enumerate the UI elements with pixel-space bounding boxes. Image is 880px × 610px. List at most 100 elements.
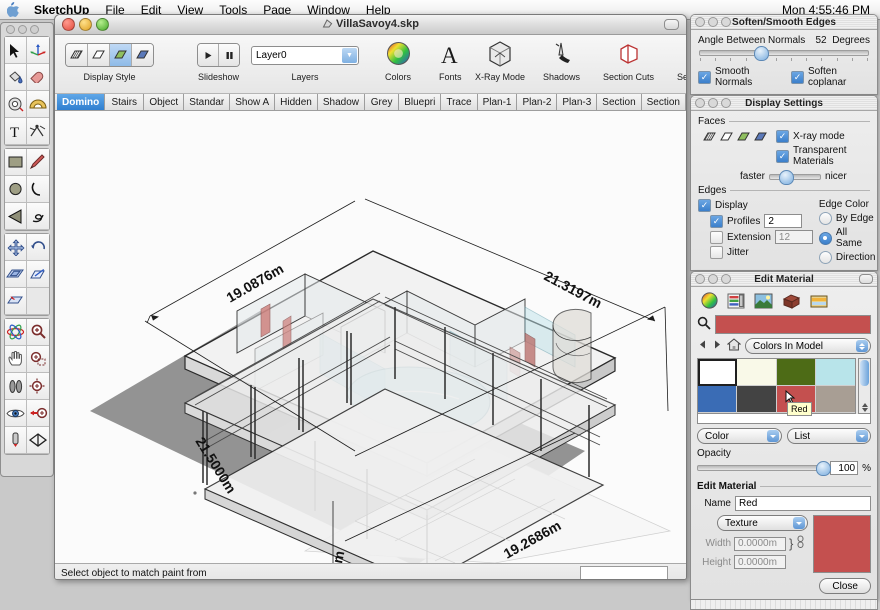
direction-radio-icon[interactable]	[819, 251, 832, 264]
jitter-check-icon[interactable]: ✓	[710, 246, 723, 259]
followme-tool[interactable]	[27, 261, 49, 288]
xray-button[interactable]	[488, 39, 512, 71]
quality-slider-track[interactable]	[769, 174, 821, 180]
freehand-tool[interactable]	[27, 203, 49, 230]
swatch-ivory[interactable]	[737, 359, 776, 386]
transparent-materials-check-icon[interactable]: ✓	[776, 150, 789, 163]
jitter-checkbox[interactable]: ✓ Jitter	[698, 246, 813, 259]
palette-close-icon[interactable]	[6, 25, 15, 34]
profiles-check-icon[interactable]: ✓	[710, 215, 723, 228]
move-tool[interactable]	[5, 234, 27, 261]
model-viewport[interactable]: 19.0876m 21.3197m 21.5000m 19.2686m 6.88…	[55, 111, 686, 563]
edge-color-all-same-radio[interactable]: All Same	[819, 227, 875, 249]
shadow-icon[interactable]	[550, 41, 574, 70]
swatch-pale-cyan[interactable]	[816, 359, 855, 386]
arc-tool[interactable]	[27, 176, 49, 203]
display-panel-titlebar[interactable]: Display Settings	[691, 96, 877, 111]
material-panel-collapse-button[interactable]	[859, 274, 873, 284]
material-name-input[interactable]: Red	[735, 496, 871, 511]
swatch-olive-green[interactable]	[777, 359, 816, 386]
tab-section-1[interactable]: Section	[597, 94, 641, 110]
texture-width-input[interactable]: 0.0000m	[734, 537, 786, 551]
angle-slider-thumb[interactable]	[754, 46, 769, 61]
display-style-hidden-line-button[interactable]	[88, 44, 110, 66]
link-chain-icon[interactable]	[796, 535, 805, 552]
minimize-window-icon[interactable]	[79, 18, 92, 31]
tab-shadow[interactable]: Shadow	[318, 94, 365, 110]
dimension-tool[interactable]	[27, 118, 49, 145]
soften-zoom-icon[interactable]	[721, 17, 731, 27]
tab-plan-3[interactable]: Plan-3	[557, 94, 597, 110]
tab-plan-2[interactable]: Plan-2	[517, 94, 557, 110]
display-minimize-icon[interactable]	[708, 98, 718, 108]
swatch-scrollbar[interactable]	[858, 358, 871, 414]
face-style-shaded-icon[interactable]	[736, 130, 751, 147]
circle-tool[interactable]	[5, 176, 27, 203]
palette-minimize-icon[interactable]	[18, 25, 27, 34]
face-style-wireframe-icon[interactable]	[702, 130, 717, 147]
document-titlebar[interactable]: VillaSavoy4.skp	[55, 15, 686, 35]
xray-mode-checkbox[interactable]: ✓ X-ray mode	[776, 130, 870, 143]
color-sliders-icon[interactable]	[727, 293, 745, 312]
magnifier-icon[interactable]	[697, 316, 711, 333]
texture-popup-arrow-icon[interactable]	[793, 517, 805, 529]
opacity-slider[interactable]	[697, 465, 826, 471]
profiles-checkbox[interactable]: ✓ Profiles	[710, 215, 760, 228]
close-window-icon[interactable]	[62, 18, 75, 31]
material-zoom-icon[interactable]	[721, 274, 731, 284]
xray-cube-icon[interactable]	[488, 41, 512, 70]
quality-slider[interactable]	[769, 174, 821, 180]
orbit-tool[interactable]	[5, 319, 27, 346]
xray-mode-check-icon[interactable]: ✓	[776, 130, 789, 143]
shadows-button[interactable]	[550, 39, 574, 71]
soften-panel-titlebar[interactable]: Soften/Smooth Edges	[691, 15, 877, 30]
tab-show-a[interactable]: Show A	[230, 94, 275, 110]
smooth-normals-checkbox[interactable]: ✓ Smooth Normals	[698, 66, 781, 88]
image-palette-icon[interactable]	[754, 293, 773, 312]
slideshow-segmented[interactable]	[197, 43, 240, 67]
paint-bucket-tool[interactable]	[5, 64, 27, 91]
soften-coplanar-check-icon[interactable]: ✓	[791, 71, 804, 84]
extension-checkbox[interactable]: ✓ Extension	[710, 231, 771, 244]
color-wheel-icon[interactable]	[701, 292, 718, 312]
view-popup-arrow-icon[interactable]	[856, 430, 868, 442]
slideshow-pause-button[interactable]	[219, 44, 239, 66]
tab-object[interactable]: Object	[144, 94, 184, 110]
tab-hidden[interactable]: Hidden	[275, 94, 318, 110]
swatch-blue[interactable]	[698, 386, 737, 413]
mode-popup-arrow-icon[interactable]	[767, 430, 779, 442]
rectangle-tool[interactable]	[5, 149, 27, 176]
edge-color-direction-radio[interactable]: Direction	[819, 251, 875, 264]
chevron-down-icon[interactable]: ▼	[342, 48, 357, 63]
zoom-extents-tool[interactable]	[27, 373, 49, 400]
material-view-popup[interactable]: List	[787, 428, 872, 444]
fonts-button[interactable]: A	[439, 39, 461, 71]
palette-zoom-icon[interactable]	[30, 25, 39, 34]
tape-measure-tool[interactable]	[5, 91, 27, 118]
tab-plan-1[interactable]: Plan-1	[478, 94, 518, 110]
material-minimize-icon[interactable]	[708, 274, 718, 284]
zoom-window-tool[interactable]	[27, 346, 49, 373]
display-zoom-icon[interactable]	[721, 98, 731, 108]
material-panel-titlebar[interactable]: Edit Material	[691, 272, 877, 287]
material-close-icon[interactable]	[695, 274, 705, 284]
quality-slider-thumb[interactable]	[779, 170, 794, 185]
apple-logo-icon[interactable]	[0, 2, 26, 17]
section-cut-icon[interactable]	[617, 42, 641, 69]
swatch-white[interactable]	[698, 359, 737, 386]
offset-tool[interactable]	[5, 288, 27, 315]
display-style-texture-button[interactable]	[132, 44, 153, 66]
look-around-tool[interactable]	[5, 400, 27, 427]
pencil-line-tool[interactable]	[27, 149, 49, 176]
pushpull-tool[interactable]	[5, 261, 27, 288]
popup-arrows-icon[interactable]	[856, 340, 868, 352]
current-material-swatch[interactable]	[715, 315, 871, 334]
edge-color-by-edge-radio[interactable]: By Edge	[819, 212, 875, 225]
soften-coplanar-checkbox[interactable]: ✓ Soften coplanar	[791, 66, 870, 88]
by-edge-radio-icon[interactable]	[819, 212, 832, 225]
material-swatch-grid[interactable]	[697, 358, 856, 414]
swatch-taupe[interactable]	[816, 386, 855, 413]
polygon-tool[interactable]	[5, 203, 27, 230]
zoom-window-icon[interactable]	[96, 18, 109, 31]
font-a-icon[interactable]: A	[439, 42, 461, 69]
